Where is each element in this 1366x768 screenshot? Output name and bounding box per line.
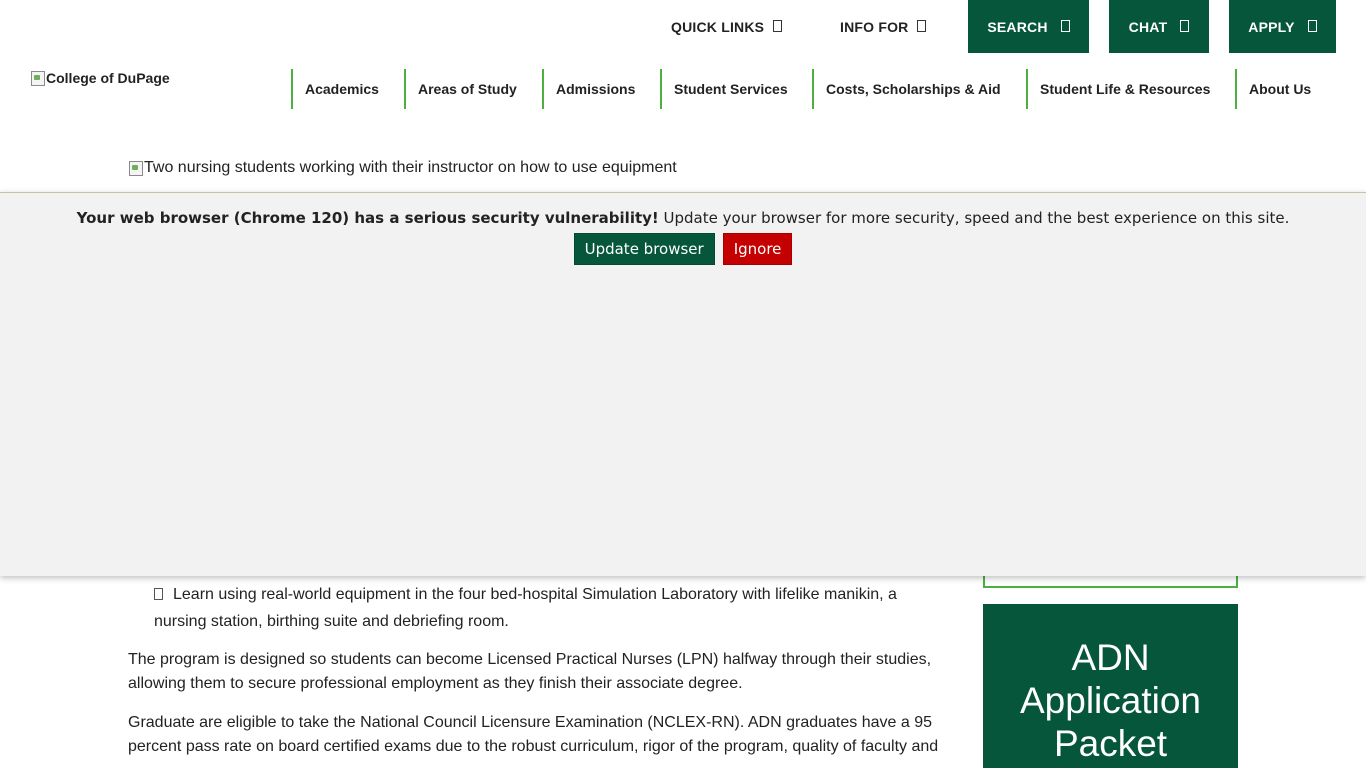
list-item-text: Learn using real-world equipment in the … [154, 586, 897, 630]
search-icon [1060, 19, 1070, 32]
nav-item-label: Student Life & Resources [1040, 81, 1211, 97]
cta-line: ADN [1071, 637, 1150, 678]
cta-line: Application [1019, 680, 1201, 721]
nav-item-label: Academics [305, 81, 379, 97]
nav-item-about-us[interactable]: About Us [1235, 69, 1311, 109]
hero-image: Two nursing students working with their … [128, 159, 677, 177]
info-for-label: INFO FOR [840, 18, 909, 35]
nav-item-admissions[interactable]: Admissions [542, 69, 635, 109]
browser-update-banner: Your web browser (Chrome 120) has a seri… [0, 192, 1366, 576]
apply-label: APPLY [1248, 18, 1295, 35]
search-label: SEARCH [987, 18, 1048, 35]
search-button[interactable]: SEARCH [968, 0, 1089, 53]
utility-bar: QUICK LINKS INFO FOR SEARCH CHAT APPLY [0, 0, 1366, 53]
browser-warning-bold: Your web browser (Chrome 120) has a seri… [76, 209, 659, 227]
nav-item-label: Admissions [556, 81, 636, 97]
browser-warning-message: Your web browser (Chrome 120) has a seri… [0, 209, 1366, 227]
browser-warning-text: Update your browser for more security, s… [658, 209, 1290, 227]
nav-item-student-life-resources[interactable]: Student Life & Resources [1026, 69, 1210, 109]
quick-links-label: QUICK LINKS [671, 18, 765, 35]
nav-item-label: Student Services [674, 81, 788, 97]
ignore-button[interactable]: Ignore [722, 233, 793, 265]
nav-item-student-services[interactable]: Student Services [660, 69, 788, 109]
nav-item-label: Costs, Scholarships & Aid [826, 81, 1001, 97]
chevron-down-icon [773, 19, 783, 32]
chat-button[interactable]: CHAT [1109, 0, 1209, 53]
chat-label: CHAT [1128, 18, 1168, 35]
main-navigation: Academics Areas of Study Admissions Stud… [0, 69, 1366, 109]
quick-links-link[interactable]: QUICK LINKS [671, 0, 783, 53]
list-item: Learn using real-world equipment in the … [154, 581, 914, 635]
update-browser-button[interactable]: Update browser [573, 233, 715, 265]
apply-icon [1307, 19, 1317, 32]
nav-item-academics[interactable]: Academics [291, 69, 379, 109]
hero-alt-text: Two nursing students working with their … [144, 159, 677, 176]
browser-warning-actions: Update browser Ignore [0, 233, 1366, 265]
program-paragraph: The program is designed so students can … [128, 651, 932, 692]
chevron-down-icon [917, 19, 927, 32]
cta-line: Packet [1053, 723, 1168, 764]
nav-item-areas-of-study[interactable]: Areas of Study [404, 69, 517, 109]
broken-image-icon [128, 160, 144, 176]
check-box-icon [154, 588, 163, 600]
nav-item-label: About Us [1249, 81, 1312, 97]
apply-button[interactable]: APPLY [1229, 0, 1336, 53]
nav-item-label: Areas of Study [418, 81, 517, 97]
nav-item-costs-scholarships-aid[interactable]: Costs, Scholarships & Aid [812, 69, 1001, 109]
chat-icon [1180, 19, 1190, 32]
adn-application-packet-button[interactable]: ADN Application Packet [983, 604, 1238, 768]
graduate-paragraph: Graduate are eligible to take the Nation… [128, 714, 939, 755]
info-for-link[interactable]: INFO FOR [840, 0, 927, 53]
